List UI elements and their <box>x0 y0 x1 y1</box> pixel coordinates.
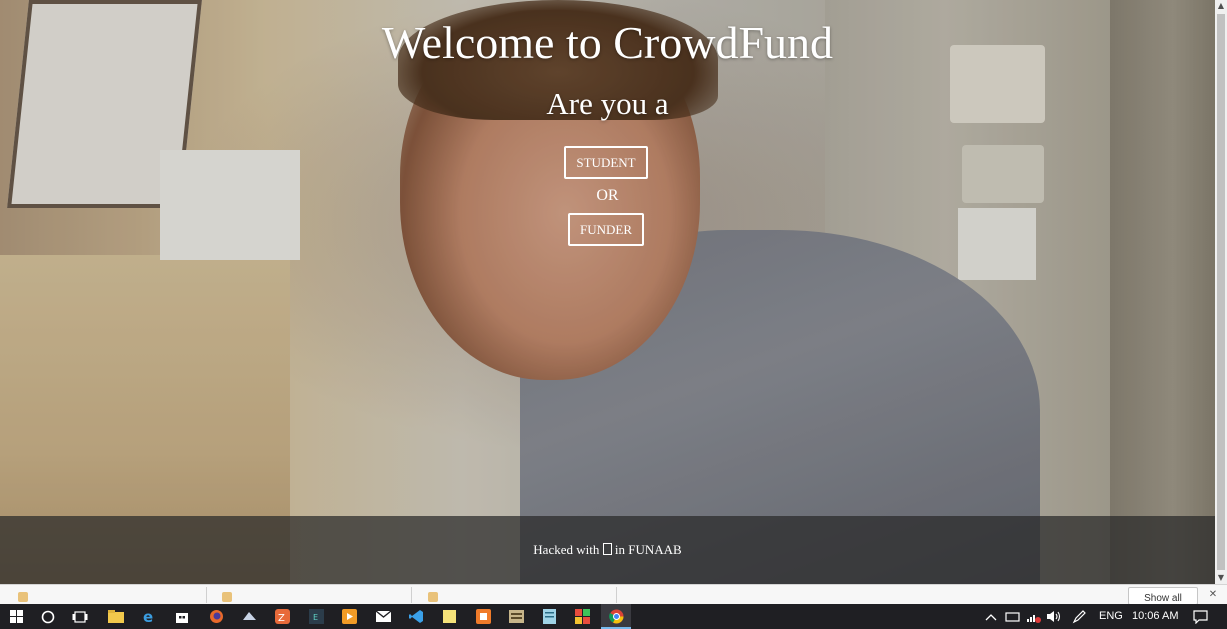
app-icon[interactable] <box>507 608 525 625</box>
scroll-thumb[interactable] <box>1217 14 1225 570</box>
show-all-button[interactable]: Show all <box>1128 587 1198 605</box>
screen: Welcome to CrowdFund Are you a STUDENT O… <box>0 0 1227 629</box>
svg-text:E: E <box>313 613 318 622</box>
volume-icon[interactable] <box>1045 608 1063 625</box>
store-icon[interactable] <box>173 608 191 625</box>
start-button[interactable] <box>7 608 25 625</box>
media-player-icon[interactable] <box>340 608 358 625</box>
mail-icon[interactable] <box>374 608 392 625</box>
pen-icon[interactable] <box>1070 608 1088 625</box>
chevron-up-icon[interactable] <box>982 608 1000 625</box>
footer-text: Hacked with in FUNAAB <box>0 541 1215 559</box>
app-icon[interactable]: Z <box>273 608 291 625</box>
vscode-icon[interactable] <box>407 608 425 625</box>
student-button[interactable]: STUDENT <box>564 146 648 179</box>
app-icon[interactable] <box>240 608 258 625</box>
firefox-icon[interactable] <box>207 608 225 625</box>
language-indicator[interactable]: ENG <box>1099 604 1123 629</box>
app-icon[interactable] <box>474 608 492 625</box>
file-explorer-icon[interactable] <box>107 608 125 625</box>
chrome-icon[interactable] <box>607 608 625 625</box>
close-icon[interactable]: ✕ <box>1206 588 1220 602</box>
notification-icon[interactable] <box>1191 608 1209 625</box>
edge-icon[interactable]: e <box>140 608 158 625</box>
file-icon <box>428 592 438 602</box>
download-bar: Show all ✕ <box>0 584 1227 605</box>
footer-text-before: Hacked with <box>533 542 603 557</box>
svg-text:Z: Z <box>278 613 285 624</box>
cortana-icon[interactable] <box>39 608 57 625</box>
heart-icon <box>602 543 612 555</box>
download-item[interactable] <box>0 587 617 603</box>
app-icon[interactable] <box>540 608 558 625</box>
hero-section: Welcome to CrowdFund Are you a STUDENT O… <box>0 0 1215 584</box>
page-subtitle: Are you a <box>546 86 669 121</box>
footer-text-after: in FUNAAB <box>611 542 682 557</box>
funder-button[interactable]: FUNDER <box>568 213 644 246</box>
clock[interactable]: 10:06 AM <box>1132 604 1178 629</box>
svg-text:e: e <box>143 609 153 624</box>
scroll-up-icon[interactable]: ▲ <box>1215 0 1227 12</box>
vertical-scrollbar[interactable]: ▲ ▼ <box>1215 0 1227 584</box>
or-label: OR <box>596 187 619 204</box>
network-icon[interactable] <box>1024 608 1042 625</box>
windows-icon <box>9 610 23 623</box>
page-title: Welcome to CrowdFund <box>381 17 834 68</box>
app-icon[interactable] <box>573 608 591 625</box>
scroll-down-icon[interactable]: ▼ <box>1215 572 1227 584</box>
sticky-notes-icon[interactable] <box>440 608 458 625</box>
task-view-icon[interactable] <box>71 608 89 625</box>
app-icon[interactable]: E <box>307 608 325 625</box>
device-icon[interactable] <box>1003 608 1021 625</box>
